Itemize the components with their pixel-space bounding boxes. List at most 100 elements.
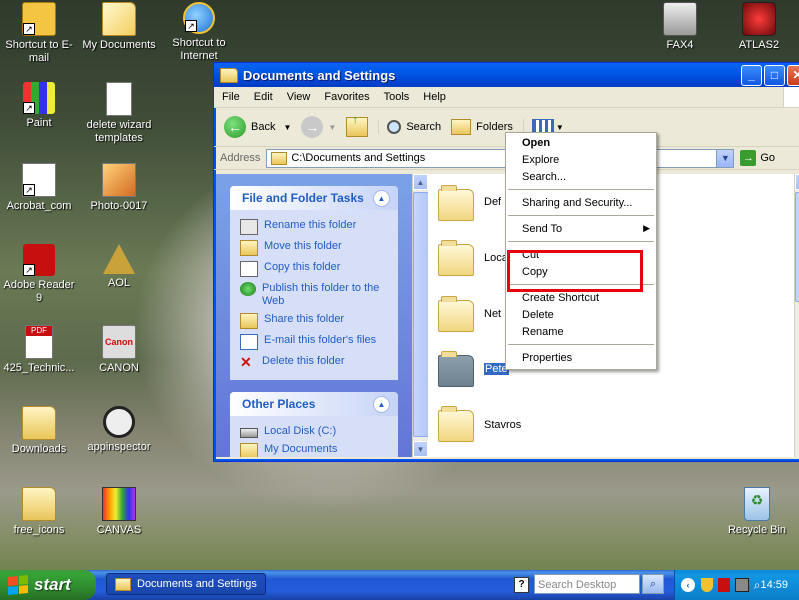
desktop-icon-canon[interactable]: Canon CANON	[80, 325, 158, 375]
task-delete-folder[interactable]: ✕ Delete this folder	[230, 352, 398, 371]
desktop-icon-425-technic[interactable]: PDF 425_Technic...	[0, 325, 78, 375]
taskbar-button-documents-settings[interactable]: Documents and Settings	[106, 573, 266, 595]
close-button[interactable]: ✕	[787, 65, 799, 86]
menu-help[interactable]: Help	[423, 91, 446, 103]
menu-item-delete[interactable]: Delete	[522, 309, 554, 321]
desktop-icon-fax4[interactable]: FAX4	[641, 2, 719, 52]
dropdown-arrow-icon[interactable]: ▼	[283, 123, 291, 132]
address-dropdown-icon[interactable]: ▼	[716, 149, 734, 167]
folder-icon[interactable]	[438, 296, 474, 332]
minimize-button[interactable]: _	[741, 65, 762, 86]
task-share-folder[interactable]: Share this folder	[230, 310, 398, 331]
go-button[interactable]: → Go	[740, 150, 775, 166]
desktop-icon-label: Paint	[26, 117, 52, 129]
folder-name[interactable]: Net	[484, 308, 501, 320]
dropdown-arrow-icon[interactable]: ▼	[328, 123, 336, 132]
menu-item-open[interactable]: Open	[522, 137, 550, 149]
folder-icon	[115, 577, 131, 591]
panel-title: Other Places	[242, 397, 316, 411]
up-folder-button[interactable]: ↑	[346, 114, 369, 137]
desktop-icon-photo-0017[interactable]: Photo-0017	[80, 163, 158, 213]
selected-folder-icon[interactable]	[438, 351, 474, 387]
desktop-icon-label: Acrobat_com	[6, 200, 72, 212]
scroll-up-icon[interactable]: ▲	[413, 174, 428, 190]
desktop-icon-canvas[interactable]: CANVAS	[80, 487, 158, 537]
adobe-tray-icon[interactable]	[717, 578, 730, 592]
menu-edit[interactable]: Edit	[254, 91, 273, 103]
collapse-icon[interactable]: ▲	[373, 190, 390, 207]
scroll-down-icon[interactable]: ▼	[413, 441, 428, 457]
search-tray-icon[interactable]: ⌕	[754, 578, 761, 593]
folder-icon	[271, 151, 288, 165]
task-pane-scrollbar[interactable]: ▲ ▼	[412, 174, 429, 457]
desktop-icon-recycle-bin[interactable]: ♻ Recycle Bin	[718, 487, 796, 537]
menu-item-explore[interactable]: Explore	[522, 154, 559, 166]
desktop-icon-shortcut-internet[interactable]: ↗ Shortcut to Internet	[160, 2, 238, 63]
desktop-search-input[interactable]: Search Desktop	[534, 574, 640, 594]
place-local-disk[interactable]: Local Disk (C:)	[230, 422, 398, 440]
folder-icon[interactable]	[438, 185, 474, 221]
desktop-icon-delete-wizard[interactable]: delete wizard templates	[80, 82, 158, 145]
menu-item-create-shortcut[interactable]: Create Shortcut	[522, 292, 599, 304]
search-button[interactable]: Search	[378, 120, 441, 134]
folder-icon[interactable]	[438, 240, 474, 276]
folder-icon	[220, 67, 238, 83]
content-scrollbar[interactable]: ▲	[794, 174, 799, 457]
menu-item-send-to[interactable]: Send To	[522, 223, 562, 235]
start-button[interactable]: start	[0, 570, 96, 600]
menu-favorites[interactable]: Favorites	[324, 91, 369, 103]
hard-drive-icon	[240, 428, 258, 438]
desktop-icon-downloads[interactable]: Downloads	[0, 406, 78, 456]
menu-file[interactable]: File	[222, 91, 240, 103]
maximize-button[interactable]: □	[764, 65, 785, 86]
panel-header[interactable]: Other Places ▲	[230, 392, 398, 416]
desktop-icon-appinspector[interactable]: appinspector	[80, 406, 158, 454]
menu-item-sharing-security[interactable]: Sharing and Security...	[522, 197, 632, 209]
scroll-up-icon[interactable]: ▲	[795, 174, 799, 190]
tray-expand-icon[interactable]: ‹	[681, 578, 695, 592]
place-my-documents[interactable]: My Documents	[230, 440, 398, 457]
menu-item-properties[interactable]: Properties	[522, 352, 572, 364]
desktop-icon-label: CANON	[99, 362, 139, 374]
folder-name[interactable]: Def	[484, 196, 501, 208]
menu-item-search[interactable]: Search...	[522, 171, 566, 183]
help-icon[interactable]: ?	[514, 577, 529, 593]
search-go-icon[interactable]: ⌕	[642, 574, 664, 594]
forward-button[interactable]: → ▼	[301, 116, 336, 138]
security-shield-icon[interactable]	[700, 578, 713, 592]
dropdown-arrow-icon: ▼	[555, 122, 564, 132]
desktop-icon-adobe-reader[interactable]: ↗ Adobe Reader 9	[0, 244, 78, 305]
address-field[interactable]: C:\Documents and Settings ▼	[266, 148, 735, 168]
desktop-icon-aol[interactable]: AOL	[80, 244, 158, 290]
task-publish-folder[interactable]: Publish this folder to the Web	[230, 279, 398, 310]
address-value: C:\Documents and Settings	[291, 152, 426, 164]
desktop-icon-my-documents[interactable]: My Documents	[80, 2, 158, 52]
task-copy-folder[interactable]: Copy this folder	[230, 258, 398, 279]
menu-view[interactable]: View	[287, 91, 311, 103]
desktop-icon-paint[interactable]: ↗ Paint	[0, 82, 78, 130]
menu-tools[interactable]: Tools	[384, 91, 410, 103]
desktop-icon-acrobat-com[interactable]: ↗ Acrobat_com	[0, 163, 78, 213]
place-label: My Documents	[264, 443, 338, 455]
desktop-icon-free-icons[interactable]: free_icons	[0, 487, 78, 537]
title-bar[interactable]: Documents and Settings _ □ ✕	[214, 63, 799, 87]
windows-logo-icon	[783, 87, 799, 107]
panel-title: File and Folder Tasks	[242, 191, 364, 205]
scroll-thumb[interactable]	[795, 192, 799, 302]
task-move-folder[interactable]: Move this folder	[230, 237, 398, 258]
network-tray-icon[interactable]	[734, 578, 749, 592]
collapse-icon[interactable]: ▲	[373, 396, 390, 413]
folders-button[interactable]: Folders	[451, 119, 513, 135]
menu-item-rename[interactable]: Rename	[522, 326, 564, 338]
scroll-thumb[interactable]	[413, 192, 429, 437]
task-email-files[interactable]: E-mail this folder's files	[230, 331, 398, 352]
folder-icon[interactable]	[438, 406, 474, 442]
panel-header[interactable]: File and Folder Tasks ▲	[230, 186, 398, 210]
task-label: Publish this folder to the Web	[262, 282, 380, 307]
desktop-icon-atlas2[interactable]: ATLAS2	[720, 2, 798, 52]
desktop-icon-shortcut-email[interactable]: ↗ Shortcut to E-mail	[0, 2, 78, 65]
folder-name[interactable]: Stavros	[484, 419, 521, 431]
back-button[interactable]: ← Back ▼	[224, 116, 291, 138]
desktop-icon-label: AOL	[107, 277, 130, 289]
task-rename-folder[interactable]: Rename this folder	[230, 216, 398, 237]
